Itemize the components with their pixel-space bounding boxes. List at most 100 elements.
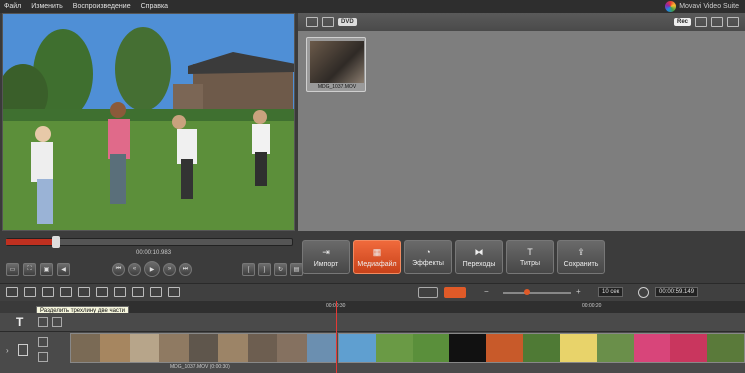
cut-icon[interactable] (24, 287, 36, 297)
import-button[interactable]: ⇥ Импорт (302, 240, 350, 274)
clip-frame (449, 334, 487, 362)
window-icon[interactable] (711, 17, 723, 27)
zoom-slider[interactable] (503, 292, 571, 294)
film-icon[interactable] (695, 17, 707, 27)
rewind-icon[interactable]: « (128, 262, 141, 276)
clip-frame (486, 334, 524, 362)
titles-icon: T (527, 247, 533, 257)
delete-icon[interactable] (132, 287, 144, 297)
effects-button[interactable]: ◔ Эффекты (404, 240, 452, 274)
storyboard-view-icon[interactable] (418, 287, 438, 298)
clip-frame (596, 334, 634, 362)
zoom-in-icon[interactable]: + (576, 287, 581, 296)
audio-icon[interactable] (168, 287, 180, 297)
ruler-tick-2: 00:00:20 (582, 303, 602, 309)
mark-out-icon[interactable]: ] (258, 263, 271, 276)
zoom-out-icon[interactable]: − (484, 287, 489, 296)
current-time: 00:00:10.983 (136, 250, 172, 256)
crop-icon[interactable]: ⛶ (23, 263, 36, 276)
import-icon: ⇥ (322, 246, 330, 257)
add-icon[interactable] (6, 287, 18, 297)
transitions-icon: ⧓ (474, 246, 484, 257)
clip-frame (100, 334, 130, 362)
video-clip-1[interactable] (70, 333, 337, 363)
to-start-icon[interactable]: ⏮ (112, 262, 125, 276)
record-button[interactable]: Rec (673, 18, 691, 26)
clip-frame (670, 334, 708, 362)
video-track-settings-icon[interactable] (38, 337, 48, 347)
scrubber-progress (6, 239, 56, 245)
mark-in-icon[interactable]: [ (242, 263, 255, 276)
volume-icon[interactable]: ◀ (57, 263, 70, 276)
media-thumbnail[interactable]: MDG_1037.MOV (306, 37, 366, 92)
clip-frame (247, 334, 278, 362)
preview-frame (3, 14, 294, 230)
dvd-button[interactable]: DVD (338, 18, 357, 26)
monitor-icon[interactable]: ▭ (6, 263, 19, 276)
menu-edit[interactable]: Изменить (31, 3, 63, 10)
app-brand: Movavi Video Suite (665, 1, 739, 12)
clip-frame (71, 334, 101, 362)
aspect-icon[interactable]: ▣ (40, 263, 53, 276)
clip-frame (412, 334, 450, 362)
clip-frame (339, 334, 376, 362)
menu-file[interactable]: Файл (4, 3, 21, 10)
clip-frame (188, 334, 219, 362)
forward-icon[interactable]: » (163, 262, 176, 276)
media-toolbar: DVD Rec (298, 13, 745, 31)
tool-buttons: ⇥ Импорт ▦ Медиафайл ◔ Эффекты ⧓ Переход… (302, 240, 605, 274)
split-icon[interactable] (96, 287, 108, 297)
rotate-icon[interactable]: ↻ (274, 263, 287, 276)
effects-icon: ◔ (425, 247, 431, 257)
text-icon[interactable] (150, 287, 162, 297)
film-track-icon (18, 344, 28, 356)
fullscreen-icon[interactable] (727, 17, 739, 27)
clock-icon (638, 287, 649, 298)
track-mute-icon[interactable] (52, 317, 62, 327)
video-preview (2, 13, 295, 231)
thumbnail-caption: MDG_1037.MOV (317, 84, 357, 90)
edit-controls: [ ] ↻ ▤ (242, 263, 303, 276)
titles-button[interactable]: T Титры (506, 240, 554, 274)
title-track: T (0, 313, 745, 332)
timeline-ruler: 00:00:30 00:00:20 (70, 301, 745, 313)
zoom-level: 10 сек (598, 287, 624, 297)
track-lock-icon[interactable] (38, 317, 48, 327)
scrubber-handle[interactable] (52, 236, 60, 248)
menu-help[interactable]: Справка (141, 3, 168, 10)
title-track-icon: T (16, 315, 24, 329)
thumbnail-image (310, 41, 364, 83)
undo-icon[interactable] (60, 287, 72, 297)
clip-frame (633, 334, 671, 362)
clip-frame (559, 334, 597, 362)
clip-frame (707, 334, 744, 362)
camera-icon[interactable] (322, 17, 334, 27)
save-icon: ⇪ (577, 246, 585, 257)
timeline-playhead[interactable] (336, 301, 337, 373)
media-button[interactable]: ▦ Медиафайл (353, 240, 401, 274)
track-expand-icon[interactable]: › (6, 346, 9, 355)
crop-clip-icon[interactable] (114, 287, 126, 297)
menu-playback[interactable]: Воспроизведение (73, 3, 131, 10)
app-title: Movavi Video Suite (679, 3, 739, 10)
menu-bar: Файл Изменить Воспроизведение Справка (0, 0, 745, 13)
save-button[interactable]: ⇪ Сохранить (557, 240, 605, 274)
clip-frame (277, 334, 307, 362)
clip-frame (218, 334, 248, 362)
total-duration: 00:00:59.149 (655, 287, 699, 297)
app-logo-icon (665, 1, 677, 12)
video-track-audio-icon[interactable] (38, 352, 48, 362)
clip-label: MDG_1037.MOV (0:00:30) (170, 364, 230, 370)
timeline-view-icon[interactable] (444, 287, 466, 298)
copy-icon[interactable] (42, 287, 54, 297)
clip-frame (306, 334, 336, 362)
zoom-slider-handle[interactable] (524, 289, 530, 295)
folder-icon[interactable] (306, 17, 318, 27)
play-button[interactable]: ▶ (144, 261, 160, 277)
redo-icon[interactable] (78, 287, 90, 297)
to-end-icon[interactable]: ⏭ (179, 262, 192, 276)
video-clip-2[interactable] (338, 333, 745, 363)
transitions-button[interactable]: ⧓ Переходы (455, 240, 503, 274)
view-controls: ▭ ⛶ ▣ ◀ (6, 263, 70, 276)
timeline-tools (6, 287, 180, 297)
